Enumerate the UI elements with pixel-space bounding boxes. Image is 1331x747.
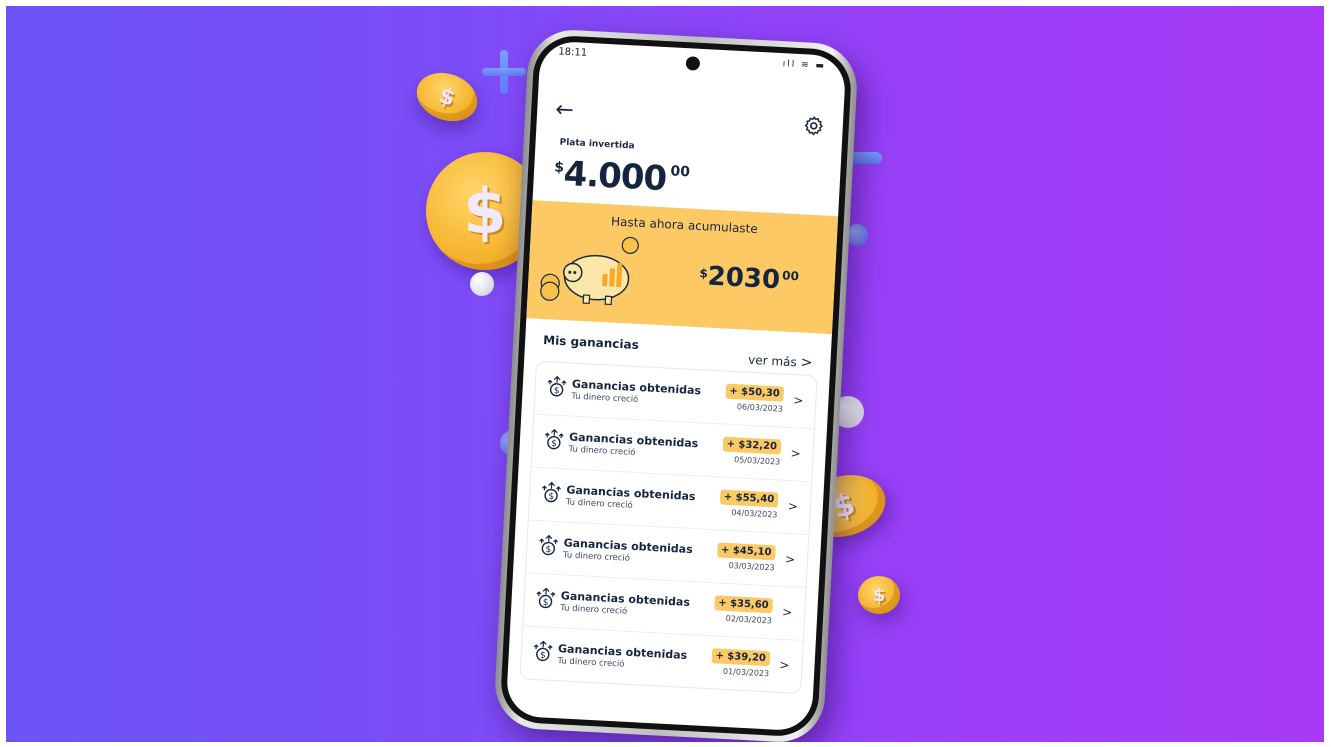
earnings-list: $ Ganancias obtenidas Tu dinero creció +… [519,360,818,694]
earning-subtitle: Tu dinero creció [568,444,636,458]
invested-value: 4.000 [562,153,668,200]
earning-subtitle: Tu dinero creció [557,656,625,670]
dollar-growth-icon: $ [536,587,556,609]
earning-amount: + $35,60 [713,595,774,614]
accumulated-value: 2030 [706,261,781,296]
piggy-bank-icon [540,236,639,306]
chevron-right-icon: > [792,393,804,408]
earning-amount: + $55,40 [719,489,779,508]
earning-subtitle: Tu dinero creció [562,550,631,564]
coin-decoration-small-bottom: $ [858,576,900,614]
gear-icon[interactable] [802,114,825,137]
chevron-right-icon: > [787,499,799,514]
earnings-title: Mis ganancias [542,332,640,352]
accumulated-decimals: 00 [781,268,800,284]
earning-amount: + $50,30 [724,383,785,402]
chevron-right-icon: > [800,354,813,372]
accumulated-banner: Hasta ahora acumulaste $203000 [526,200,839,335]
earning-amount: + $32,20 [722,436,782,455]
accumulated-amount: $203000 [699,261,800,296]
background: $ $ $ $ 18:11 ıll ≋ ▬ ← Plata invertida … [6,6,1324,742]
svg-text:$: $ [548,492,554,502]
see-more-label: ver más [747,352,798,370]
chevron-right-icon: > [781,604,793,620]
earning-subtitle: Tu dinero creció [565,497,633,511]
invested-decimals: 00 [670,163,691,181]
see-more-link[interactable]: ver más > [748,352,813,371]
chevron-right-icon: > [784,551,796,567]
svg-text:$: $ [551,439,557,449]
phone-mockup: 18:11 ıll ≋ ▬ ← Plata invertida $4.000 00… [492,27,860,742]
phone-screen: 18:11 ıll ≋ ▬ ← Plata invertida $4.000 00… [505,40,847,732]
coin-decoration-small-top: $ [410,64,484,130]
svg-text:$: $ [540,651,546,661]
status-time: 18:11 [558,46,588,59]
dollar-growth-icon: $ [539,534,559,556]
earning-date: 04/03/2023 [731,508,778,520]
dollar-growth-icon: $ [547,375,567,397]
dollar-growth-icon: $ [533,640,553,662]
earning-date: 06/03/2023 [736,402,784,414]
chevron-right-icon: > [790,446,801,461]
earning-date: 01/03/2023 [722,666,770,679]
invested-amount: $4.000 00 [553,153,691,200]
dollar-growth-icon: $ [542,481,561,503]
svg-text:$: $ [545,545,551,555]
chevron-right-icon: > [779,657,790,673]
arrow-left-icon[interactable]: ← [555,97,575,123]
accumulated-currency: $ [699,266,709,281]
earning-amount: + $39,20 [711,648,771,667]
dollar-growth-icon: $ [544,428,564,450]
earning-date: 03/03/2023 [728,561,775,573]
svg-text:$: $ [554,386,560,396]
sparkle-decoration [482,50,526,94]
earning-date: 05/03/2023 [733,455,781,467]
earning-subtitle: Tu dinero creció [559,603,628,617]
sphere-decoration [470,272,494,296]
earning-subtitle: Tu dinero creció [571,391,639,406]
invested-label: Plata invertida [559,137,635,152]
invested-currency: $ [553,159,565,176]
svg-text:$: $ [543,598,549,608]
earning-amount: + $45,10 [716,542,776,561]
earning-date: 02/03/2023 [725,613,773,626]
status-icons: ıll ≋ ▬ [782,59,827,72]
